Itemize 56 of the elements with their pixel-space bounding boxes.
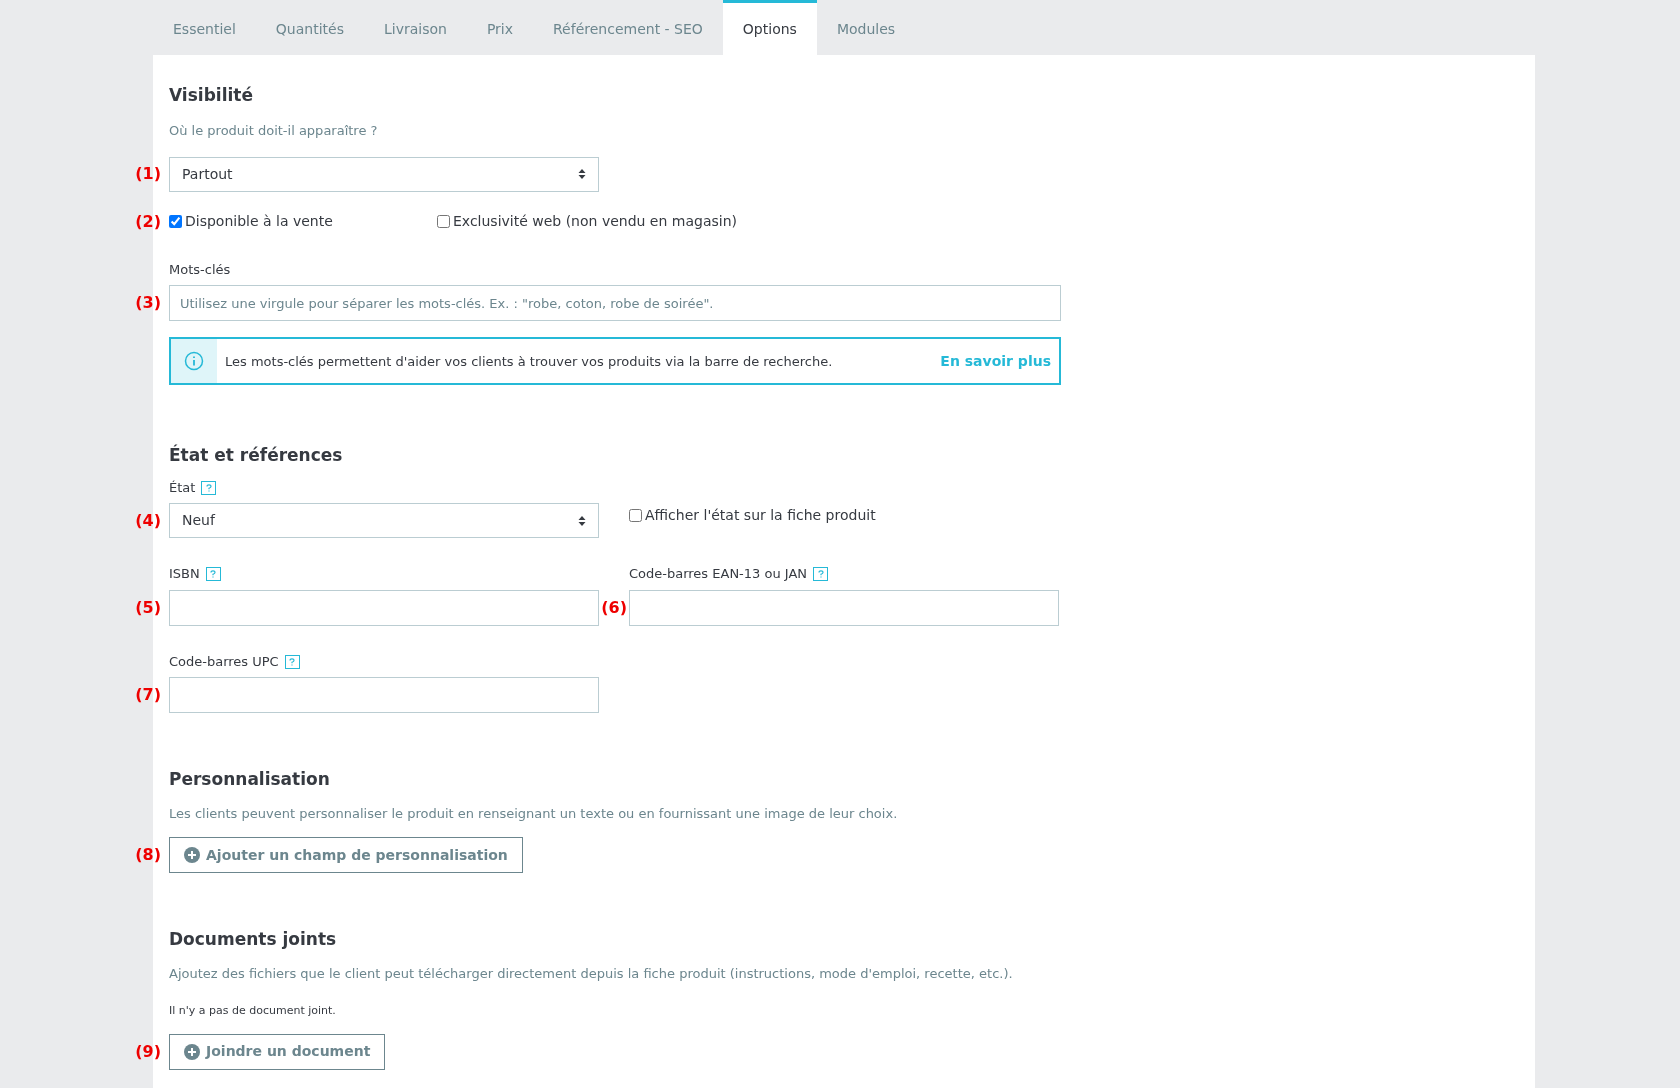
field-label: État: [169, 478, 196, 497]
annotation-number: (2): [134, 210, 162, 233]
section-title: État et références: [169, 445, 344, 466]
select-value: Neuf: [182, 511, 215, 531]
text-field[interactable]: [629, 589, 1059, 626]
tab[interactable]: Livraison: [363, 0, 467, 55]
annotation-number: (3): [134, 292, 162, 315]
help-icon[interactable]: [205, 567, 221, 582]
help-icon[interactable]: [813, 567, 828, 582]
annotation-number: (7): [134, 684, 162, 707]
field-label: Code-barres EAN-13 ou JAN: [629, 565, 807, 584]
checkbox-label: Afficher l'état sur la fiche produit: [645, 506, 876, 526]
checkbox-label: Disponible à la vente: [185, 212, 333, 232]
sort-caret-icon: [578, 514, 586, 527]
section-title: Personnalisation: [169, 769, 331, 790]
attach-button[interactable]: Joindre un document: [169, 1033, 386, 1070]
info-icon: [184, 351, 204, 372]
checkbox-label: Exclusivité web (non vendu en magasin): [453, 212, 737, 232]
section-title: Visibilité: [169, 85, 254, 106]
tab[interactable]: Référencement - SEO: [533, 0, 723, 55]
checkbox[interactable]: [169, 215, 182, 229]
section-title: Documents joints: [169, 929, 338, 950]
plus-circle-icon: [184, 1043, 200, 1060]
checkbox[interactable]: [437, 215, 450, 229]
tab[interactable]: Quantités: [255, 0, 364, 55]
info-text: Les mots-clés permettent d'aider vos clients à trouver vos produits via la barre de recherche.: [225, 352, 833, 371]
text-field[interactable]: [169, 589, 599, 626]
tab[interactable]: Options: [722, 0, 817, 55]
add-field-button[interactable]: Ajouter un champ de personnalisation: [169, 837, 523, 874]
tab[interactable]: Essentiel: [153, 0, 256, 55]
tab[interactable]: Modules: [816, 0, 916, 55]
section-subtitle: Où le produit doit-il apparaître ?: [169, 122, 379, 141]
annotation-number: (8): [134, 844, 162, 867]
field-label: Code-barres UPC: [169, 652, 279, 671]
field-label: Mots-clés: [169, 260, 231, 279]
help-icon[interactable]: [201, 480, 217, 495]
annotation-number: (6): [600, 596, 628, 619]
checkbox[interactable]: [629, 509, 642, 523]
tab[interactable]: Prix: [466, 0, 533, 55]
annotation-number: (4): [134, 510, 162, 533]
select-dropdown[interactable]: Partout: [169, 156, 599, 192]
section-description: Ajoutez des fichiers que le client peut télécharger directement depuis la fiche produit (instructions, mode d'emploi, recette, etc.).: [169, 964, 1014, 983]
field-label: ISBN: [169, 565, 200, 584]
help-icon[interactable]: [284, 654, 300, 669]
section-description: Les clients peuvent personnaliser le produit en renseignant un texte ou en fournissant une image de leur choix.: [169, 804, 899, 823]
select-dropdown[interactable]: Neuf: [169, 503, 599, 539]
select-value: Partout: [182, 164, 233, 184]
annotation-number: (5): [134, 596, 162, 619]
keywords-field[interactable]: Utilisez une virgule pour séparer les mots-clés. Ex. : "robe, coton, robe de soirée".: [169, 285, 1061, 322]
text-field[interactable]: [169, 677, 599, 714]
empty-message: Il n'y a pas de document joint.: [169, 1003, 337, 1020]
annotation-number: (1): [134, 163, 162, 186]
annotation-number: (9): [134, 1040, 162, 1063]
learn-more-link[interactable]: En savoir plus: [940, 350, 1051, 372]
plus-circle-icon: [184, 847, 200, 864]
sort-caret-icon: [578, 168, 586, 181]
